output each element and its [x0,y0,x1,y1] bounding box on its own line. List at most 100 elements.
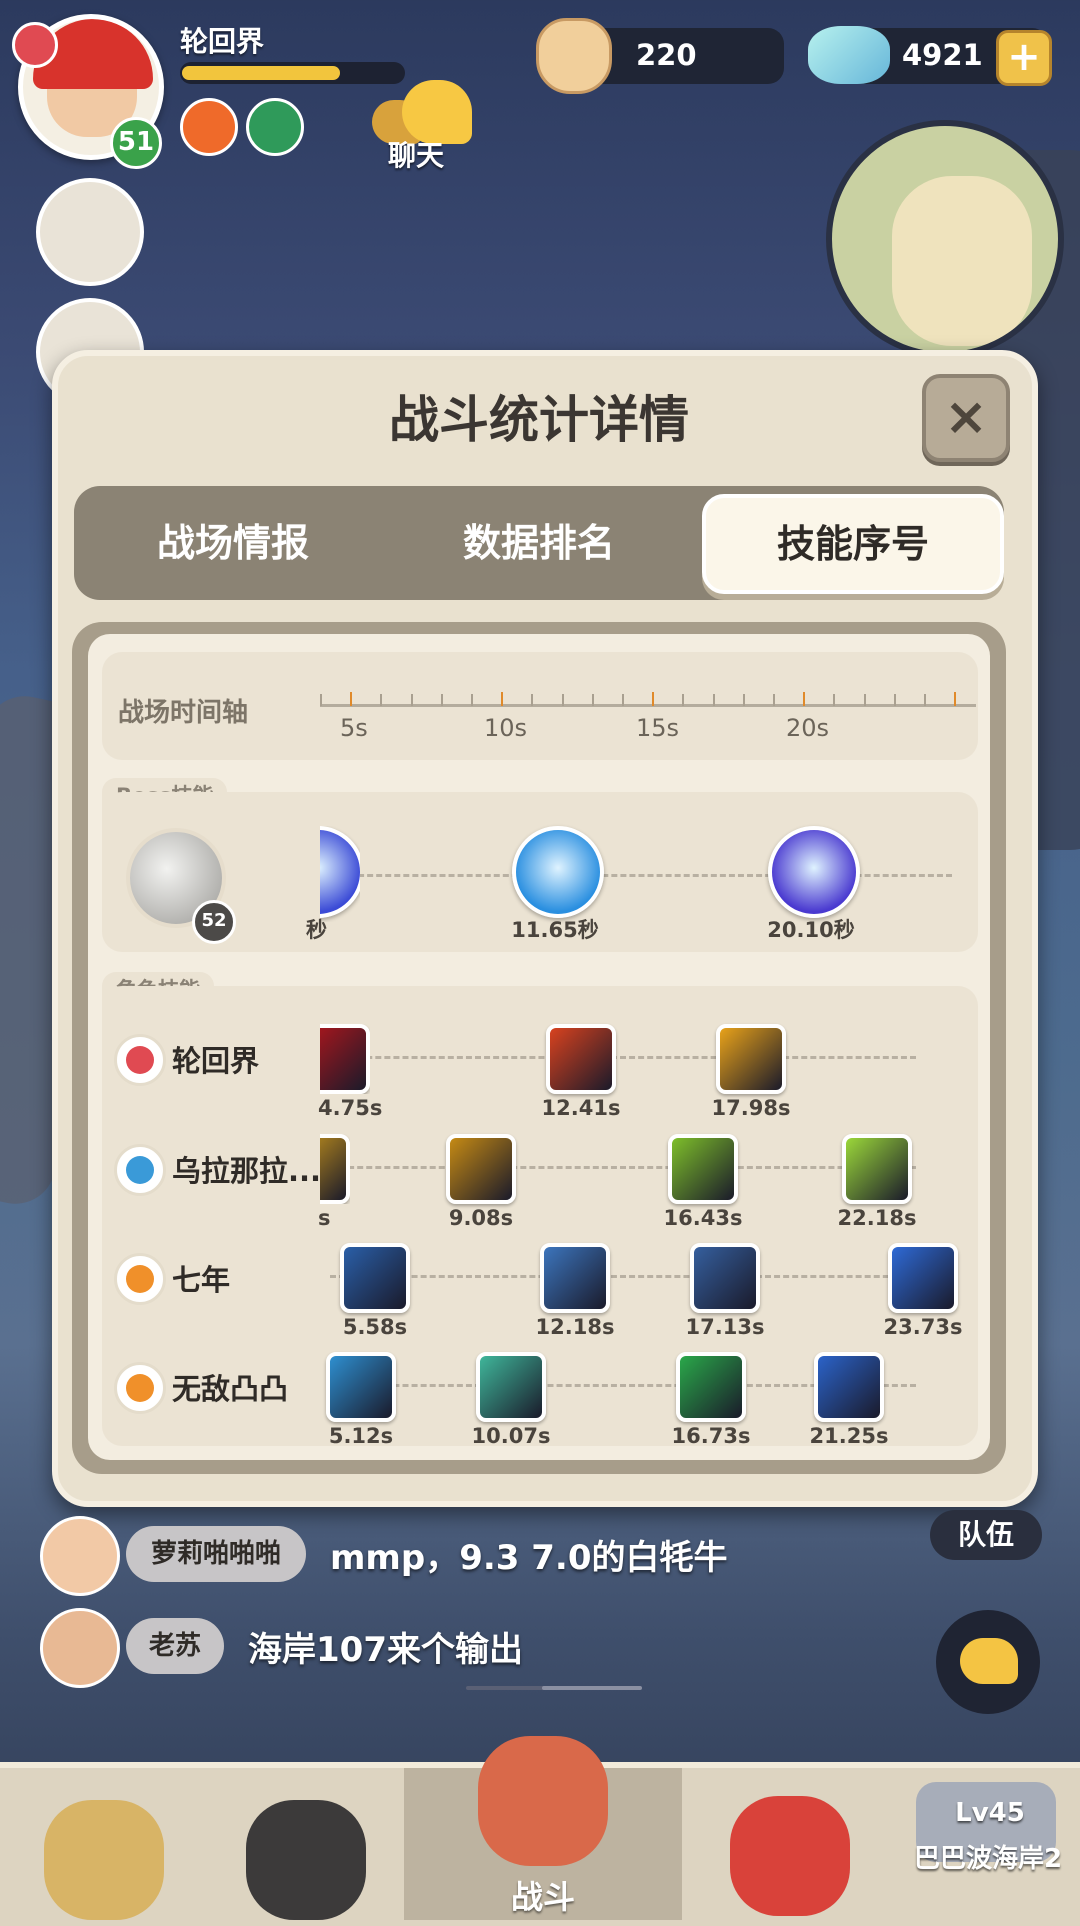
chat-message: 海岸107来个输出 [248,1630,523,1670]
skill-icon[interactable] [690,1243,760,1313]
gem-icon [808,26,890,84]
timeline-tick-label: 20s [786,714,830,742]
skill-time: 12.18s [535,1315,615,1339]
boss-skill-time: 20.10秒 [767,918,855,942]
timeline-tick [803,692,806,706]
nav-battle-label: 战斗 [510,1878,575,1916]
timeline-tick [350,692,353,706]
player-hp-fill [182,66,340,80]
player-level-badge: 51 [110,117,162,169]
tab-skill-order[interactable]: 技能序号 [702,494,1004,594]
skill-time: 9.08s [448,1206,514,1230]
buff-icon[interactable] [180,98,238,156]
boss-skill-time: 秒 [306,918,327,942]
nav-character-icon[interactable] [246,1800,366,1920]
chat-sender-tag[interactable]: 萝莉啪啪啪 [126,1526,306,1582]
boss-skill-clip [320,826,360,922]
skill-icon-clip [320,1024,370,1094]
timeline-tick [742,694,745,706]
skill-time: 17.98s [711,1096,791,1120]
timeline-tick [622,694,624,706]
minimap[interactable] [826,120,1064,358]
skill-time: 23.73s [883,1315,963,1339]
boss-skill-time: 11.65秒 [511,918,599,942]
team-member-avatar[interactable] [36,178,144,286]
pearl-shell-icon [536,18,612,94]
character-class-icon [114,1144,166,1196]
nav-pet-icon[interactable] [44,1800,164,1920]
timeline-tick [893,694,896,706]
timeline-tick-label: 15s [636,714,680,742]
locked-map-name: 巴巴波海岸2 [913,1844,1063,1874]
skill-icon[interactable] [320,1024,370,1094]
chat-sender-tag[interactable]: 老苏 [126,1618,224,1674]
skill-icon[interactable] [668,1134,738,1204]
tab-battlefield-info[interactable]: 战场情报 [90,486,376,600]
chat-message: mmp，9.3 7.0的白牦牛 [330,1538,728,1578]
skill-icon[interactable] [476,1352,546,1422]
pearl-count: 220 [636,38,697,72]
skill-icon[interactable] [676,1352,746,1422]
timeline-tick [501,692,504,706]
timeline-axis [320,704,976,707]
skill-icon[interactable] [814,1352,884,1422]
boss-skill-wing-icon[interactable] [512,826,604,918]
chat-avatar[interactable] [40,1608,120,1688]
timeline-tick-label: 10s [484,714,528,742]
boss-skill-purple-icon[interactable] [320,826,360,918]
skill-icon[interactable] [546,1024,616,1094]
timeline-tick [682,694,685,706]
skill-time: 16.43s [663,1206,743,1230]
modal-title: 战斗统计详情 [389,391,689,449]
timeline-tick [561,694,564,706]
character-name: 乌拉那拉... [172,1154,322,1188]
timeline-tick [712,694,715,706]
timeline-tick [320,694,322,706]
chat-avatar[interactable] [40,1516,120,1596]
character-name: 轮回界 [172,1044,260,1078]
skill-track [330,1275,916,1278]
character-name: 无敌凸凸 [172,1372,289,1406]
team-button[interactable]: 队伍 [930,1510,1042,1560]
skill-icon[interactable] [340,1243,410,1313]
skill-time: s [318,1206,331,1230]
skill-icon[interactable] [842,1134,912,1204]
timeline-tick [531,694,534,706]
timeline-tick-label: 5s [340,714,368,742]
timeline-tick [924,694,926,706]
nav-dino-icon[interactable] [730,1796,850,1916]
skill-time: 4.75s [318,1096,383,1120]
heart-buff-icon[interactable] [246,98,304,156]
nav-battle-icon[interactable] [478,1736,608,1866]
timeline-tick [591,694,594,706]
skill-time: 17.13s [685,1315,765,1339]
character-class-icon [114,1034,166,1086]
tab-data-ranking[interactable]: 数据排名 [396,486,682,600]
skill-icon[interactable] [540,1243,610,1313]
timeline-tick [833,694,836,706]
timeline-tick [954,692,957,706]
add-currency-button[interactable]: + [996,30,1052,86]
character-class-icon [114,1253,166,1305]
chat-button-label: 聊天 [388,139,445,172]
skill-time: 5.58s [342,1315,408,1339]
close-button[interactable]: × [922,374,1010,462]
skill-time: 16.73s [671,1424,751,1448]
skill-icon[interactable] [326,1352,396,1422]
skill-icon[interactable] [446,1134,516,1204]
skill-icon[interactable] [320,1134,350,1204]
character-name: 七年 [172,1263,231,1297]
skill-icon[interactable] [716,1024,786,1094]
skill-time: 12.41s [541,1096,621,1120]
chat-open-button[interactable] [936,1610,1040,1714]
gem-count: 4921 [902,38,983,72]
boss-level-badge: 52 [192,900,236,944]
timeline-label: 战场时间轴 [118,698,249,728]
boss-skill-burst-icon[interactable] [768,826,860,918]
skill-icon[interactable] [888,1243,958,1313]
skill-track [330,1056,916,1059]
timeline-tick [440,694,443,706]
timeline-tick [410,694,413,706]
timeline-tick [652,692,655,706]
timeline-tick [863,694,866,706]
